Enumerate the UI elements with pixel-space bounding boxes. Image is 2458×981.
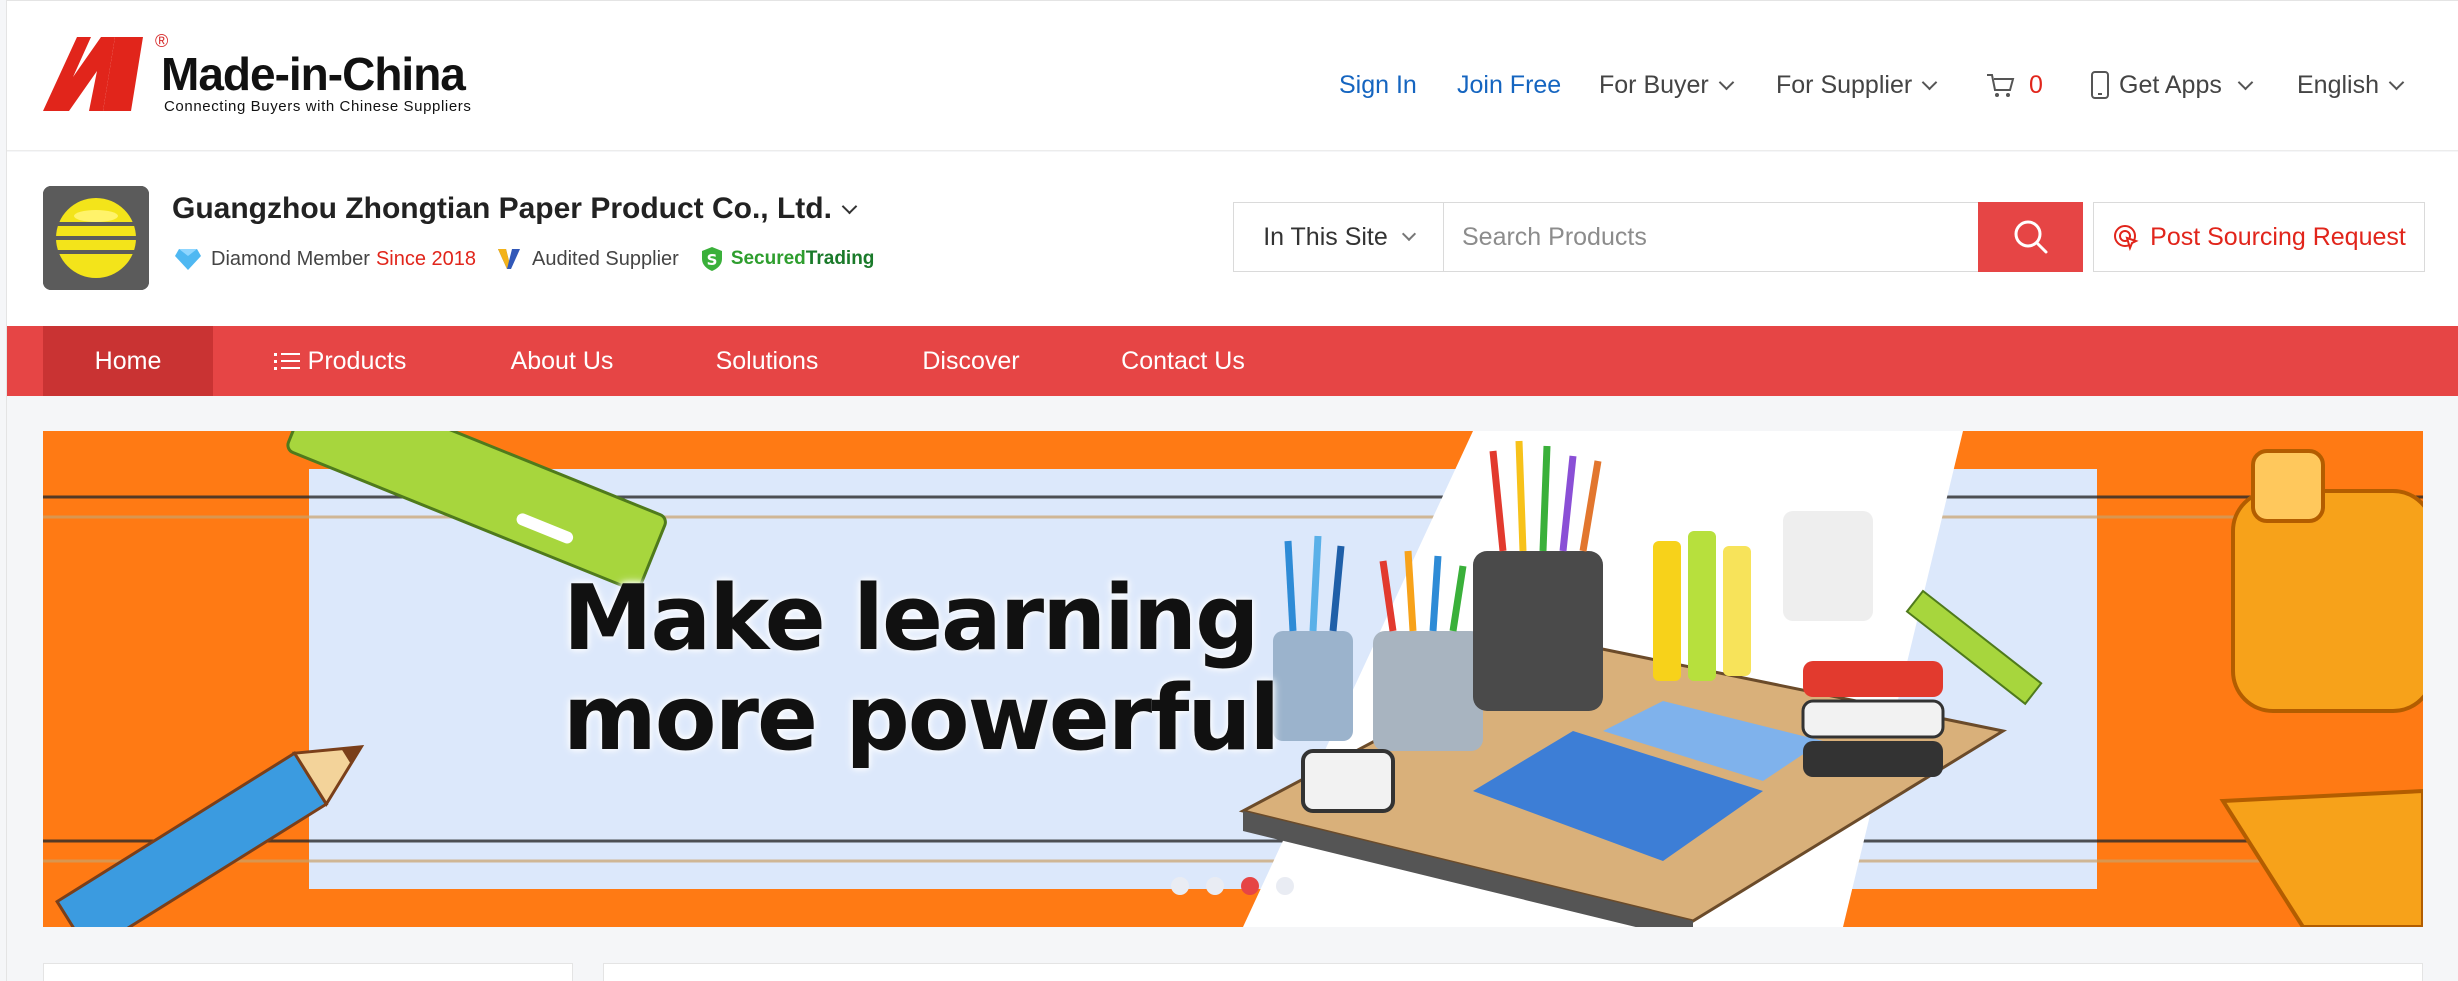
diamond-member-label: Diamond Member xyxy=(211,247,370,270)
for-supplier-menu[interactable]: For Supplier xyxy=(1776,67,1938,103)
store-nav: Home Products About Us Solutions Discove… xyxy=(7,326,2458,396)
logo-name: Made-in-China xyxy=(161,48,466,100)
cart-link[interactable]: 0 xyxy=(1985,67,2043,103)
logo-m-icon xyxy=(43,37,143,111)
post-sourcing-request-button[interactable]: Post Sourcing Request xyxy=(2093,202,2425,272)
hero-banner[interactable]: Make learning more powerful xyxy=(43,431,2423,927)
nav-about-us-label: About Us xyxy=(510,346,614,375)
audited-supplier-label: Audited Supplier xyxy=(532,247,679,270)
carousel-dot-3[interactable] xyxy=(1241,877,1259,895)
chevron-down-icon xyxy=(2388,74,2405,90)
nav-home-label: Home xyxy=(94,346,162,375)
language-label: English xyxy=(2297,70,2379,99)
company-name[interactable]: Guangzhou Zhongtian Paper Product Co., L… xyxy=(172,192,858,226)
member-since: Since 2018 xyxy=(375,247,477,270)
secured-trading-shield-icon: S xyxy=(701,247,722,271)
company-header: Guangzhou Zhongtian Paper Product Co., L… xyxy=(7,152,2458,326)
nav-products[interactable]: Products xyxy=(265,326,415,396)
get-apps-label: Get Apps xyxy=(2119,70,2222,99)
search-icon xyxy=(2014,220,2047,254)
search-button[interactable] xyxy=(1978,202,2083,272)
left-card xyxy=(43,963,573,981)
for-supplier-label: For Supplier xyxy=(1776,70,1913,99)
carousel-dot-2[interactable] xyxy=(1206,877,1224,895)
top-header: ® Made-in-China Connecting Buyers with C… xyxy=(7,1,2458,151)
nav-home[interactable]: Home xyxy=(43,326,213,396)
carousel-dot-4[interactable] xyxy=(1276,877,1294,895)
for-buyer-label: For Buyer xyxy=(1599,70,1709,99)
nav-discover[interactable]: Discover xyxy=(911,326,1031,396)
chevron-down-icon xyxy=(1921,74,1938,90)
secured-trading-label: SecuredTrading xyxy=(731,248,875,270)
list-icon xyxy=(273,353,300,370)
search-scope-select[interactable]: In This Site xyxy=(1234,203,1444,271)
sourcing-request-icon xyxy=(2114,225,2139,251)
nav-contact-us[interactable]: Contact Us xyxy=(1113,326,1253,396)
banner-line-2: more powerful xyxy=(563,666,1280,771)
cart-icon xyxy=(1987,74,2015,97)
nav-about-us[interactable]: About Us xyxy=(497,326,627,396)
company-name-text: Guangzhou Zhongtian Paper Product Co., L… xyxy=(172,192,832,225)
mobile-phone-icon xyxy=(2091,71,2109,99)
banner-line-1: Make learning xyxy=(563,566,1260,671)
company-logo-image xyxy=(43,186,149,290)
page: ® Made-in-China Connecting Buyers with C… xyxy=(6,0,2458,981)
audited-supplier-icon xyxy=(498,249,521,269)
carousel-dots xyxy=(1171,877,1294,895)
diamond-icon xyxy=(175,249,201,270)
post-sourcing-request-label: Post Sourcing Request xyxy=(2150,222,2406,251)
nav-contact-us-label: Contact Us xyxy=(1121,346,1245,375)
nav-discover-label: Discover xyxy=(922,346,1020,375)
cart-count: 0 xyxy=(2029,70,2043,99)
search-scope-value: In This Site xyxy=(1263,222,1388,251)
nav-products-label: Products xyxy=(307,346,407,375)
chevron-down-icon xyxy=(1718,74,1735,90)
for-buyer-menu[interactable]: For Buyer xyxy=(1599,67,1735,103)
supplier-badges: Diamond Member Since 2018 Audited Suppli… xyxy=(175,244,874,274)
carousel-dot-1[interactable] xyxy=(1171,877,1189,895)
right-card xyxy=(603,963,2423,981)
language-menu[interactable]: English xyxy=(2297,67,2405,103)
company-logo[interactable] xyxy=(43,186,149,290)
search-input[interactable] xyxy=(1444,203,1978,271)
logo-tagline: Connecting Buyers with Chinese Suppliers xyxy=(164,98,472,115)
get-apps-menu[interactable]: Get Apps xyxy=(2089,67,2254,103)
secured-text: Secured xyxy=(730,248,806,269)
banner-headline: Make learning more powerful xyxy=(563,566,1280,771)
join-free-link[interactable]: Join Free xyxy=(1457,67,1561,103)
svg-text:S: S xyxy=(706,251,717,269)
chevron-down-icon xyxy=(841,198,858,214)
site-logo[interactable]: ® Made-in-China Connecting Buyers with C… xyxy=(43,31,483,121)
trading-text: Trading xyxy=(805,248,875,269)
search-bar: In This Site xyxy=(1233,202,2083,272)
nav-solutions-label: Solutions xyxy=(715,346,819,375)
sign-in-link[interactable]: Sign In xyxy=(1339,67,1417,103)
chevron-down-icon xyxy=(2237,74,2254,90)
nav-solutions[interactable]: Solutions xyxy=(707,326,827,396)
chevron-down-icon xyxy=(1401,226,1416,242)
